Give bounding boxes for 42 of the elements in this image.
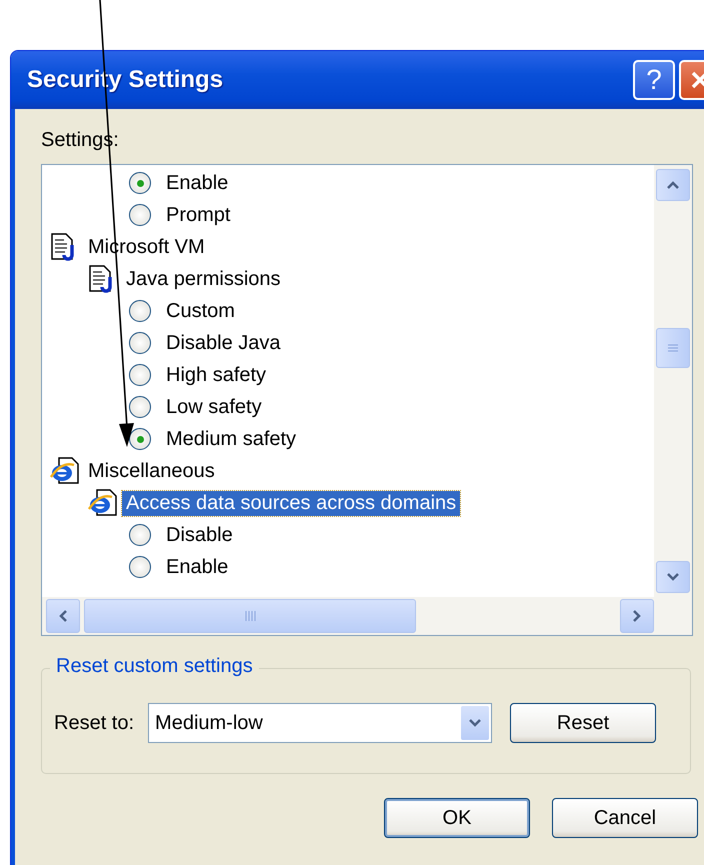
radio-option[interactable]: Disable xyxy=(42,519,654,551)
close-icon xyxy=(690,70,704,90)
scroll-up-button[interactable] xyxy=(656,169,690,201)
vertical-scrollbar[interactable] xyxy=(654,165,692,597)
radio-option[interactable]: Disable Java xyxy=(42,327,654,359)
setting-category[interactable]: Miscellaneous xyxy=(84,458,219,484)
reset-to-label: Reset to: xyxy=(54,712,134,734)
dialog-button[interactable]: OK xyxy=(384,798,530,838)
chevron-down-icon xyxy=(666,572,680,582)
browser-document-icon xyxy=(50,457,80,485)
radio-button[interactable] xyxy=(129,556,151,578)
dialog-button[interactable]: Cancel xyxy=(552,798,698,838)
radio-option[interactable]: Enable xyxy=(42,167,654,199)
reset-button[interactable]: Reset xyxy=(510,703,656,743)
chevron-left-icon xyxy=(58,609,68,623)
scroll-right-button[interactable] xyxy=(620,599,654,633)
radio-button[interactable] xyxy=(129,524,151,546)
scroll-thumb[interactable] xyxy=(656,328,690,368)
reset-level-dropdown[interactable]: Medium-low xyxy=(148,703,492,743)
radio-option[interactable]: High safety xyxy=(42,359,654,391)
radio-option[interactable]: Prompt xyxy=(42,199,654,231)
radio-button[interactable] xyxy=(129,364,151,386)
radio-button[interactable] xyxy=(129,300,151,322)
browser-document-icon xyxy=(88,489,118,517)
radio-option[interactable]: Custom xyxy=(42,295,654,327)
setting-category[interactable]: Java permissions xyxy=(122,266,285,292)
radio-option[interactable]: Low safety xyxy=(42,391,654,423)
scroll-thumb[interactable] xyxy=(84,599,416,633)
help-button[interactable]: ? xyxy=(633,60,675,100)
chevron-right-icon xyxy=(632,609,642,623)
radio-button[interactable] xyxy=(129,172,151,194)
radio-button[interactable] xyxy=(129,204,151,226)
scroll-left-button[interactable] xyxy=(46,599,80,633)
radio-button[interactable] xyxy=(129,396,151,418)
chevron-up-icon xyxy=(666,180,680,190)
setting-category[interactable]: Access data sources across domains xyxy=(122,490,460,516)
radio-button[interactable] xyxy=(129,428,151,450)
group-title: Reset custom settings xyxy=(50,655,259,678)
horizontal-scrollbar[interactable] xyxy=(42,597,692,635)
radio-option[interactable]: Enable xyxy=(42,551,654,583)
scroll-down-button[interactable] xyxy=(656,561,690,593)
radio-button[interactable] xyxy=(129,332,151,354)
